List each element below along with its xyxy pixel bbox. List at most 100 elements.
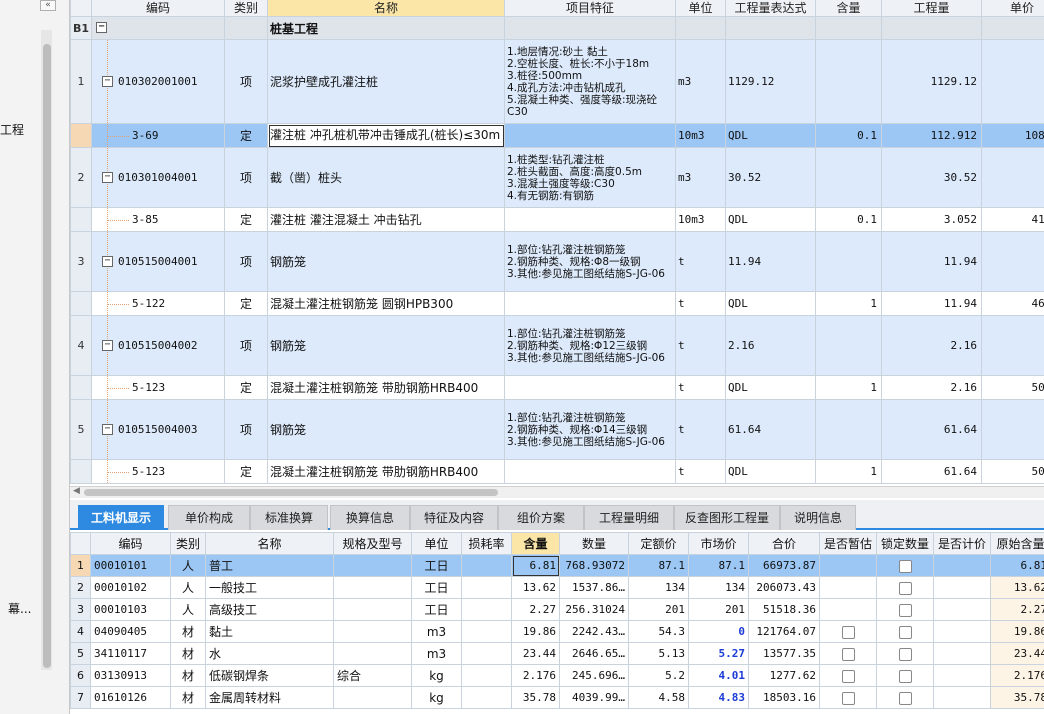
- item-name[interactable]: 灌注桩 灌注混凝土 冲击钻孔: [267, 207, 505, 232]
- resource-row[interactable]: 1 00010101 人普工 工日 6.81 768.93072 87.1 87.1 66973…: [70, 554, 1044, 577]
- item-unit[interactable]: t: [675, 459, 726, 484]
- unit-price[interactable]: [981, 147, 1044, 208]
- lock-quantity-cell[interactable]: [876, 598, 934, 621]
- quantity-expression[interactable]: 30.52: [725, 147, 816, 208]
- horizontal-scrollbar-thumb[interactable]: [84, 489, 498, 496]
- bill-item-row[interactable]: 2−010301004001 项截（凿）桩头 1.桩类型:钻孔灌注桩 2.桩头截面、…: [70, 147, 1044, 208]
- resource-code[interactable]: 00010102: [90, 576, 171, 599]
- content-ratio[interactable]: 1: [815, 291, 882, 316]
- base-price[interactable]: 4.58: [628, 686, 689, 709]
- column-header[interactable]: [70, 0, 92, 17]
- item-features[interactable]: [504, 375, 676, 400]
- base-price[interactable]: 54.3: [628, 620, 689, 643]
- item-name[interactable]: 截（凿）桩头: [267, 147, 505, 208]
- collapse-toggle-icon[interactable]: −: [96, 22, 107, 33]
- column-header[interactable]: 含量: [511, 532, 560, 555]
- item-category[interactable]: 定: [224, 375, 268, 400]
- loss-rate[interactable]: [461, 664, 512, 687]
- resource-unit[interactable]: 工日: [411, 554, 462, 577]
- is-estimate-cell[interactable]: [819, 642, 877, 665]
- item-unit[interactable]: t: [675, 291, 726, 316]
- is-priced-cell[interactable]: [933, 686, 991, 709]
- lock-quantity-cell[interactable]: [876, 554, 934, 577]
- is-estimate-checkbox[interactable]: [841, 691, 855, 705]
- quantity-value[interactable]: 1537.86…: [559, 576, 629, 599]
- unit-price[interactable]: [981, 399, 1044, 460]
- column-header[interactable]: 损耗率: [461, 532, 512, 555]
- resource-unit[interactable]: 工日: [411, 598, 462, 621]
- base-price[interactable]: 87.1: [628, 554, 689, 577]
- bill-item-row[interactable]: 3−010515004001 项钢筋笼 1.部位:钻孔灌注桩钢筋笼 2.钢筋种类、规…: [70, 231, 1044, 292]
- quota-row[interactable]: 3-85 定灌注桩 灌注混凝土 冲击钻孔 10m3QDL0.13.0524134: [70, 207, 1044, 232]
- resource-spec[interactable]: 综合: [333, 664, 412, 687]
- unit-price[interactable]: 4657: [981, 291, 1044, 316]
- resource-name[interactable]: 一般技工: [205, 576, 334, 599]
- bill-item-row[interactable]: 5−010515004003 项钢筋笼 1.部位:钻孔灌注桩钢筋笼 2.钢筋种类、规…: [70, 399, 1044, 460]
- resource-spec[interactable]: [333, 598, 412, 621]
- item-category[interactable]: 项: [224, 231, 268, 292]
- resource-row[interactable]: 4 04090405 材黏土 m3 19.86 2242.43… 54.3 0 121764.0…: [70, 620, 1044, 643]
- item-unit[interactable]: t: [675, 315, 726, 376]
- content-ratio[interactable]: [815, 147, 882, 208]
- is-estimate-cell[interactable]: [819, 576, 877, 599]
- item-name[interactable]: 混凝土灌注桩钢筋笼 带肋钢筋HRB400: [267, 375, 505, 400]
- resource-name[interactable]: 低碳钢焊条: [205, 664, 334, 687]
- column-header[interactable]: [70, 532, 91, 555]
- resource-spec[interactable]: [333, 576, 412, 599]
- quantity[interactable]: 11.94: [881, 231, 982, 292]
- original-content[interactable]: 19.86: [990, 620, 1044, 643]
- total-price[interactable]: 206073.43: [748, 576, 820, 599]
- quantity-expression[interactable]: 61.64: [725, 399, 816, 460]
- lock-quantity-checkbox[interactable]: [898, 669, 912, 683]
- quantity-expression[interactable]: QDL: [725, 459, 816, 484]
- resource-category[interactable]: 人: [170, 554, 206, 577]
- item-code[interactable]: 3-69: [91, 123, 225, 148]
- tab-6[interactable]: 组价方案: [498, 505, 584, 530]
- item-name[interactable]: 灌注桩 冲孔桩机带冲击锤成孔(桩长)≤30m: [267, 123, 505, 148]
- column-header[interactable]: 合价: [748, 532, 820, 555]
- resource-spec[interactable]: [333, 686, 412, 709]
- base-price[interactable]: 201: [628, 598, 689, 621]
- content-ratio[interactable]: 1: [815, 375, 882, 400]
- content-ratio[interactable]: [815, 315, 882, 376]
- item-name[interactable]: 钢筋笼: [267, 231, 505, 292]
- quantity-value[interactable]: 2646.65…: [559, 642, 629, 665]
- item-code[interactable]: −010515004001: [91, 231, 225, 292]
- item-features[interactable]: 1.部位:钻孔灌注桩钢筋笼 2.钢筋种类、规格:Φ8一级钢 3.其他:参见施工图…: [504, 231, 676, 292]
- resource-name[interactable]: 水: [205, 642, 334, 665]
- quantity-expression[interactable]: 2.16: [725, 315, 816, 376]
- quantity-value[interactable]: 4039.99…: [559, 686, 629, 709]
- item-category[interactable]: 定: [224, 207, 268, 232]
- resource-name[interactable]: 金属周转材料: [205, 686, 334, 709]
- column-header[interactable]: 单位: [411, 532, 462, 555]
- is-estimate-checkbox[interactable]: [841, 669, 855, 683]
- unit-price[interactable]: 5029: [981, 459, 1044, 484]
- quantity[interactable]: 112.912: [881, 123, 982, 148]
- is-estimate-cell[interactable]: [819, 554, 877, 577]
- quantity[interactable]: 30.52: [881, 147, 982, 208]
- left-scrollbar-thumb[interactable]: [43, 44, 51, 668]
- item-category[interactable]: 项: [224, 399, 268, 460]
- column-header[interactable]: 数量: [559, 532, 629, 555]
- tab-9[interactable]: 说明信息: [780, 505, 856, 530]
- scroll-left-arrow-icon[interactable]: ◀: [73, 486, 80, 496]
- is-estimate-cell[interactable]: [819, 598, 877, 621]
- quantity-value[interactable]: 245.696…: [559, 664, 629, 687]
- loss-rate[interactable]: [461, 554, 512, 577]
- original-content[interactable]: 13.62: [990, 576, 1044, 599]
- content-value[interactable]: 2.176: [511, 664, 560, 687]
- quota-row[interactable]: 5-123 定混凝土灌注桩钢筋笼 带肋钢筋HRB400 tQDL12.165029: [70, 375, 1044, 400]
- resource-code[interactable]: 01610126: [90, 686, 171, 709]
- tab-2[interactable]: 单价构成: [168, 505, 250, 530]
- resource-category[interactable]: 材: [170, 686, 206, 709]
- quantity-expression[interactable]: QDL: [725, 123, 816, 148]
- item-code[interactable]: 5-123: [91, 459, 225, 484]
- column-header[interactable]: 单位: [675, 0, 726, 17]
- resource-unit[interactable]: m3: [411, 642, 462, 665]
- resource-unit[interactable]: m3: [411, 620, 462, 643]
- total-price[interactable]: 121764.07: [748, 620, 820, 643]
- resource-row[interactable]: 5 34110117 材水 m3 23.44 2646.65… 5.13 5.27 13577.…: [70, 642, 1044, 665]
- item-unit[interactable]: 10m3: [675, 207, 726, 232]
- item-code[interactable]: −010515004002: [91, 315, 225, 376]
- item-unit[interactable]: t: [675, 375, 726, 400]
